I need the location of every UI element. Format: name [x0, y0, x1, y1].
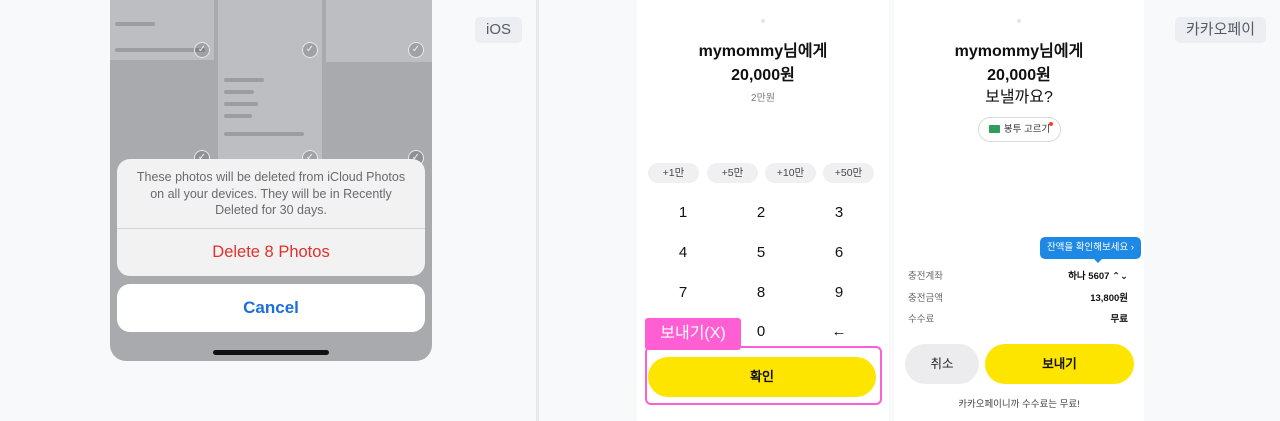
cancel-send-button[interactable]: 취소 — [905, 344, 979, 384]
keypad-key-3[interactable]: 3 — [809, 201, 869, 225]
envelope-icon — [988, 125, 1000, 133]
keypad-key-1[interactable]: 1 — [653, 201, 713, 225]
checkmark-icon: ✓ — [302, 42, 318, 58]
highlight-label: 보내기(X) — [645, 318, 741, 350]
balance-check-tooltip[interactable]: 잔액을 확인해보세요 › — [1040, 237, 1141, 259]
kakaopay-tag: 카카오페이 — [1175, 17, 1267, 43]
checkmark-icon: ✓ — [194, 42, 210, 58]
amount-hint: 2만원 — [751, 93, 775, 104]
keypad-key-8[interactable]: 8 — [731, 281, 791, 305]
recipient-name: mymommy님에게 — [698, 43, 828, 60]
quick-add-500k-button[interactable]: +50만 — [823, 163, 874, 183]
keypad-key-2[interactable]: 2 — [731, 201, 791, 225]
background-keyboard-row — [115, 48, 205, 52]
keypad-key-5[interactable]: 5 — [731, 241, 791, 265]
free-fee-note: 카카오페이니까 수수료는 무료! — [958, 399, 1080, 410]
send-confirm-screen: mymommy님에게 20,000원 보낼까요? 봉투 고르기 잔액을 확인해보… — [894, 0, 1144, 421]
quick-add-100k-button[interactable]: +10만 — [765, 163, 816, 183]
keypad-key-9[interactable]: 9 — [809, 281, 869, 305]
send-amount: 20,000원 — [987, 67, 1051, 84]
envelope-button-label: 봉투 고르기 — [1003, 124, 1051, 135]
fee-value: 무료 — [1110, 314, 1128, 325]
charge-account-select[interactable]: 하나 5607 ⌃⌄ — [1068, 268, 1128, 282]
page-dot — [1017, 19, 1021, 23]
send-amount: 20,000원 — [731, 67, 795, 84]
send-button[interactable]: 보내기 — [985, 344, 1134, 384]
ios-panel: iOS ✓ ✓ ✓ ✓ ✓ ✓ These photos will be del… — [0, 0, 536, 421]
recipient-name: mymommy님에게 — [954, 43, 1084, 60]
page-dot — [761, 19, 765, 23]
background-text-line — [224, 132, 304, 136]
background-text-line — [224, 102, 258, 106]
send-question: 보낼까요? — [985, 89, 1053, 106]
checkmark-icon: ✓ — [408, 42, 424, 58]
quick-add-10k-button[interactable]: +1만 — [648, 163, 699, 183]
ios-tag: iOS — [475, 17, 523, 43]
keypad-key-7[interactable]: 7 — [653, 281, 713, 305]
charge-account-label: 충전계좌 — [908, 271, 943, 282]
cancel-button[interactable]: Cancel — [117, 284, 425, 332]
background-text-line — [224, 90, 254, 94]
charge-amount-value: 13,800원 — [1090, 293, 1128, 304]
background-text-line — [224, 114, 252, 118]
charge-amount-label: 충전금액 — [908, 293, 943, 304]
ios-phone-screen: ✓ ✓ ✓ ✓ ✓ ✓ These photos will be deleted… — [110, 0, 432, 361]
backspace-icon[interactable]: ← — [809, 320, 869, 344]
background-payment-list — [218, 0, 322, 170]
background-text-line — [224, 78, 264, 82]
new-badge-dot — [1049, 122, 1053, 126]
action-sheet-message: These photos will be deleted from iCloud… — [136, 170, 406, 217]
quick-add-50k-button[interactable]: +5만 — [707, 163, 758, 183]
keypad-key-4[interactable]: 4 — [653, 241, 713, 265]
keypad-key-6[interactable]: 6 — [809, 241, 869, 265]
delete-photos-button[interactable]: Delete 8 Photos — [117, 229, 425, 276]
choose-envelope-button[interactable]: 봉투 고르기 — [978, 117, 1061, 142]
home-indicator — [213, 350, 329, 355]
tooltip-pointer — [1093, 258, 1103, 263]
highlight-box — [645, 346, 882, 405]
fee-label: 수수료 — [908, 314, 935, 325]
delete-action-sheet: These photos will be deleted from iCloud… — [117, 159, 425, 276]
background-text-line — [115, 22, 155, 26]
